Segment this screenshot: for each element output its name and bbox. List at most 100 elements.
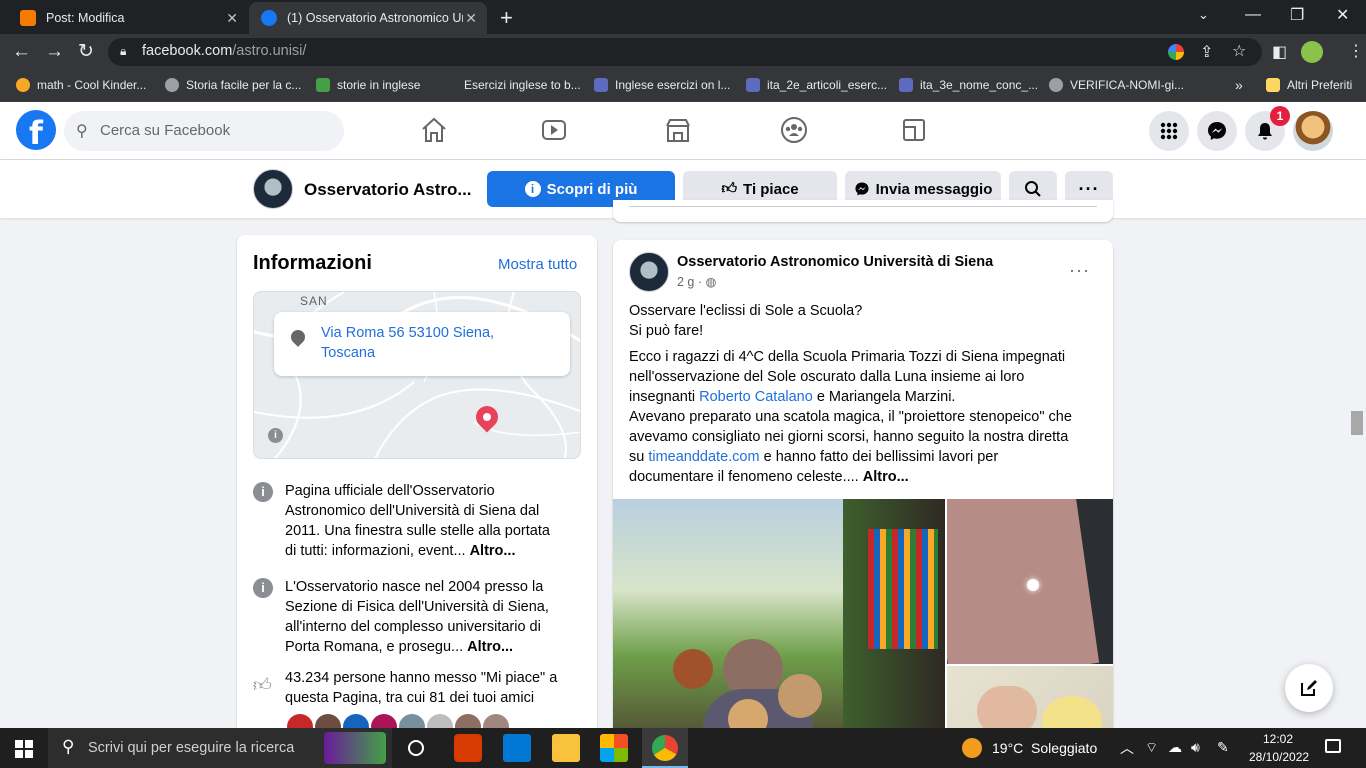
maximize-icon[interactable]: ❐ (1290, 5, 1304, 25)
messenger-icon (1208, 122, 1226, 140)
more-link[interactable]: Altro... (467, 639, 513, 655)
volume-icon[interactable]: 🔊︎ (1191, 739, 1200, 756)
post-time[interactable]: 2 g · ◍ (677, 274, 716, 289)
facebook-icon (261, 10, 277, 26)
taskbar-search-placeholder: Scrivi qui per eseguire la ricerca (88, 740, 295, 756)
file-explorer-icon[interactable] (552, 734, 580, 762)
notification-center-icon[interactable] (1325, 739, 1341, 753)
address-line1[interactable]: Via Roma 56 53100 Siena, (321, 325, 494, 341)
likes-count: 43.234 persone hanno messo "Mi piace" a … (285, 670, 558, 706)
back-icon[interactable]: ← (12, 41, 31, 63)
post-author-name[interactable]: Osservatorio Astronomico Università di S… (677, 254, 993, 270)
url-link[interactable]: timeanddate.com (648, 449, 759, 465)
groups-icon[interactable] (778, 114, 810, 146)
profile-avatar[interactable] (1293, 111, 1333, 151)
bookmark-item[interactable]: storie in inglese (316, 76, 420, 94)
google-icon[interactable] (1168, 44, 1184, 60)
windows-start-icon[interactable] (15, 740, 33, 758)
page-avatar[interactable] (253, 169, 293, 209)
bookmark-item[interactable]: ita_3e_nome_conc_... (899, 76, 1038, 94)
notification-badge: 1 (1270, 106, 1290, 126)
weather-text[interactable]: 19°C Soleggiato (992, 740, 1097, 756)
page-name[interactable]: Osservatorio Astro... (304, 180, 472, 200)
task-view-icon[interactable] (408, 740, 424, 756)
facebook-search[interactable]: ⚲ Cerca su Facebook (64, 111, 344, 151)
address-line2[interactable]: Toscana (321, 345, 375, 361)
store-icon[interactable] (600, 734, 628, 762)
bookmark-icon (16, 78, 30, 92)
weather-icon[interactable] (962, 738, 982, 758)
tab-facebook[interactable]: (1) Osservatorio Astronomico Un ✕ (249, 2, 487, 34)
tab-post-modifica[interactable]: Post: Modifica ✕ (8, 2, 248, 34)
globe-icon (165, 78, 179, 92)
bookmark-item[interactable]: math - Cool Kinder... (16, 76, 146, 94)
mail-icon[interactable] (503, 734, 531, 762)
search-placeholder: Cerca su Facebook (100, 122, 231, 139)
tag-link[interactable]: Roberto Catalano (699, 389, 813, 405)
show-all-link[interactable]: Mostra tutto (498, 256, 577, 273)
scrollbar-thumb[interactable] (1351, 411, 1363, 435)
address-box[interactable]: Via Roma 56 53100 Siena, Toscana (274, 312, 570, 376)
clock-date[interactable]: 28/10/2022 (1249, 750, 1309, 764)
chrome-taskbar-item[interactable] (642, 728, 688, 768)
reload-icon[interactable]: ↻ (78, 40, 94, 63)
close-icon[interactable]: ✕ (226, 10, 238, 27)
window-close-icon[interactable]: ✕ (1336, 5, 1349, 25)
marketplace-icon[interactable] (662, 114, 694, 146)
sidepanel-icon[interactable]: ◧ (1272, 42, 1287, 62)
bookmark-icon (746, 78, 760, 92)
post-photo-main[interactable] (613, 499, 945, 760)
post-menu-icon[interactable]: ··· (1069, 260, 1090, 281)
bookmark-item[interactable]: Inglese esercizi on l... (594, 76, 730, 94)
map-info-icon[interactable]: i (268, 428, 283, 443)
office-icon[interactable] (454, 734, 482, 762)
messenger-button[interactable] (1197, 111, 1237, 151)
location-pin-icon (288, 327, 308, 347)
network-icon[interactable]: ⌔ (1145, 739, 1158, 757)
url-text[interactable]: facebook.com/astro.unisi/ (142, 43, 306, 59)
minimize-icon[interactable]: — (1245, 6, 1261, 24)
new-tab-icon[interactable]: + (500, 5, 513, 31)
watch-icon[interactable] (538, 114, 570, 146)
pen-icon[interactable]: ✎ (1217, 739, 1229, 756)
thumbs-up-icon: 👍︎ (721, 180, 738, 197)
menu-icon[interactable]: ⋮ (1348, 41, 1364, 61)
facebook-logo[interactable]: f (16, 110, 56, 150)
more-link[interactable]: Altro... (470, 543, 516, 559)
menu-grid-button[interactable] (1149, 111, 1189, 151)
search-icon (1025, 181, 1041, 197)
forward-icon[interactable]: → (45, 41, 64, 63)
clock-time[interactable]: 12:02 (1263, 732, 1293, 746)
post-photo-sun[interactable] (947, 499, 1113, 664)
info-title: Informazioni (253, 252, 372, 274)
page-history: L'Osservatorio nasce nel 2004 presso la … (285, 579, 549, 655)
tab-search-icon[interactable]: ⌄ (1198, 7, 1209, 23)
lock-icon[interactable]: 🔒︎ (120, 44, 126, 59)
messenger-icon (855, 182, 869, 196)
home-icon[interactable] (418, 114, 450, 146)
star-icon[interactable]: ☆ (1232, 41, 1246, 61)
gaming-icon[interactable] (898, 114, 930, 146)
bookmark-item[interactable]: Storia facile per la c... (165, 76, 301, 94)
bookmark-item[interactable]: ita_2e_articoli_eserc... (746, 76, 887, 94)
share-icon[interactable]: ⇪ (1200, 42, 1213, 62)
post-author-avatar[interactable] (629, 252, 669, 292)
profile-avatar[interactable] (1301, 41, 1323, 63)
bookmarks-more[interactable]: » (1235, 76, 1243, 94)
more-link[interactable]: Altro... (863, 469, 909, 485)
map-label: SAN (300, 294, 328, 308)
info-icon: i (253, 482, 273, 502)
new-message-button[interactable] (1285, 664, 1333, 712)
close-icon[interactable]: ✕ (465, 10, 477, 27)
bookmark-item[interactable]: Esercizi inglese to b... (441, 76, 581, 94)
other-bookmarks[interactable]: Altri Preferiti (1266, 76, 1352, 94)
cloud-icon[interactable]: ☁︎ (1168, 739, 1182, 756)
bell-icon (1258, 123, 1272, 140)
map[interactable]: SAN i Via Roma 56 53100 Siena, Toscana (253, 291, 581, 459)
info-card: Informazioni Mostra tutto SAN i Via Roma… (237, 235, 597, 755)
bookmark-item[interactable]: VERIFICA-NOMI-gi... (1049, 76, 1184, 94)
chevron-up-icon[interactable]: ︿ (1120, 738, 1134, 758)
bookmark-icon (899, 78, 913, 92)
taskbar-search[interactable]: ⚲ Scrivi qui per eseguire la ricerca (48, 728, 392, 768)
tab-title: (1) Osservatorio Astronomico Un (287, 11, 463, 25)
